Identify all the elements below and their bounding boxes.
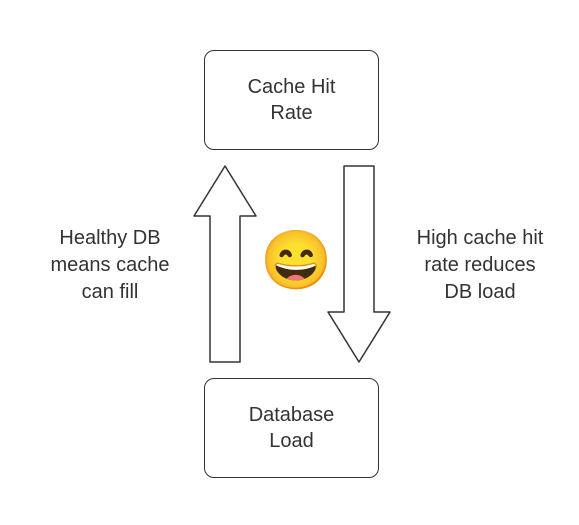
arrow-up-icon <box>192 164 258 364</box>
right-annotation: High cache hit rate reduces DB load <box>400 225 560 306</box>
smiley-emoji-icon: 😄 <box>260 232 332 290</box>
left-annotation: Healthy DB means cache can fill <box>30 225 190 306</box>
database-load-box: Database Load <box>204 378 379 478</box>
cache-hit-rate-box: Cache Hit Rate <box>204 50 379 150</box>
arrow-down-icon <box>326 164 392 364</box>
cache-hit-rate-label: Cache Hit Rate <box>248 74 336 126</box>
database-load-label: Database Load <box>249 402 335 454</box>
